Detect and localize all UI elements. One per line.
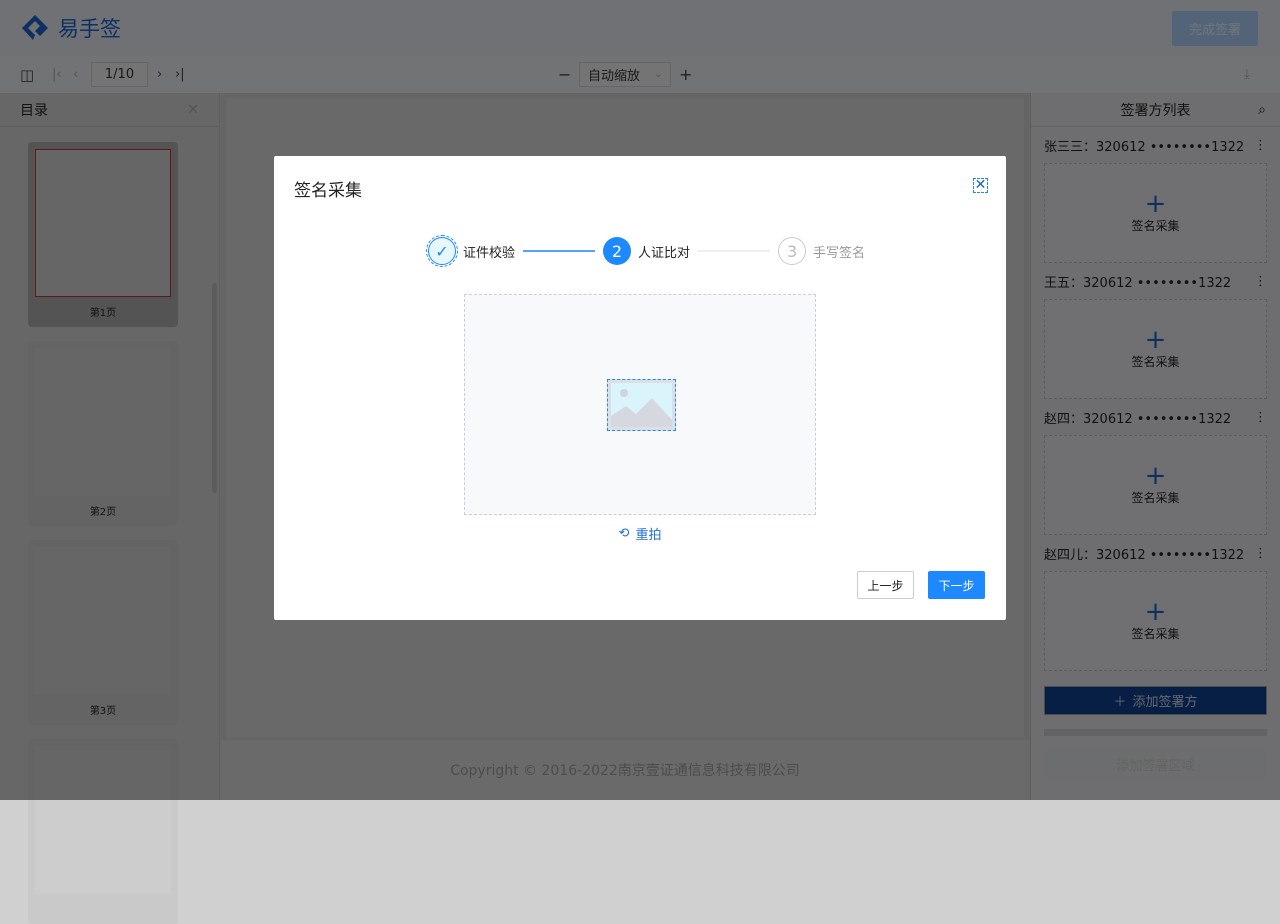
step-connector — [523, 250, 595, 252]
retake-label: 重拍 — [635, 524, 661, 543]
step-label: 证件校验 — [463, 242, 515, 261]
photo-area[interactable] — [464, 294, 816, 515]
step-connector — [698, 250, 770, 252]
step-number: 3 — [778, 237, 806, 265]
step-number: 2 — [603, 237, 631, 265]
prev-step-button[interactable]: 上一步 — [857, 571, 914, 599]
camera-icon: ⟲ — [619, 526, 630, 541]
steps: ✓ 证件校验 2 人证比对 3 手写签名 — [428, 237, 865, 265]
close-icon[interactable]: ✕ — [973, 178, 988, 193]
image-placeholder-icon — [607, 379, 676, 431]
retake-button[interactable]: ⟲ 重拍 — [274, 524, 1006, 543]
step-label: 人证比对 — [638, 242, 690, 261]
signature-collection-dialog: 签名采集 ✕ ✓ 证件校验 2 人证比对 3 手写签名 ⟲ 重拍 上一步 下一步 — [274, 156, 1006, 620]
dialog-title: 签名采集 — [294, 176, 362, 201]
next-step-button[interactable]: 下一步 — [928, 571, 985, 599]
check-icon: ✓ — [428, 237, 456, 265]
step-label: 手写签名 — [813, 242, 865, 261]
